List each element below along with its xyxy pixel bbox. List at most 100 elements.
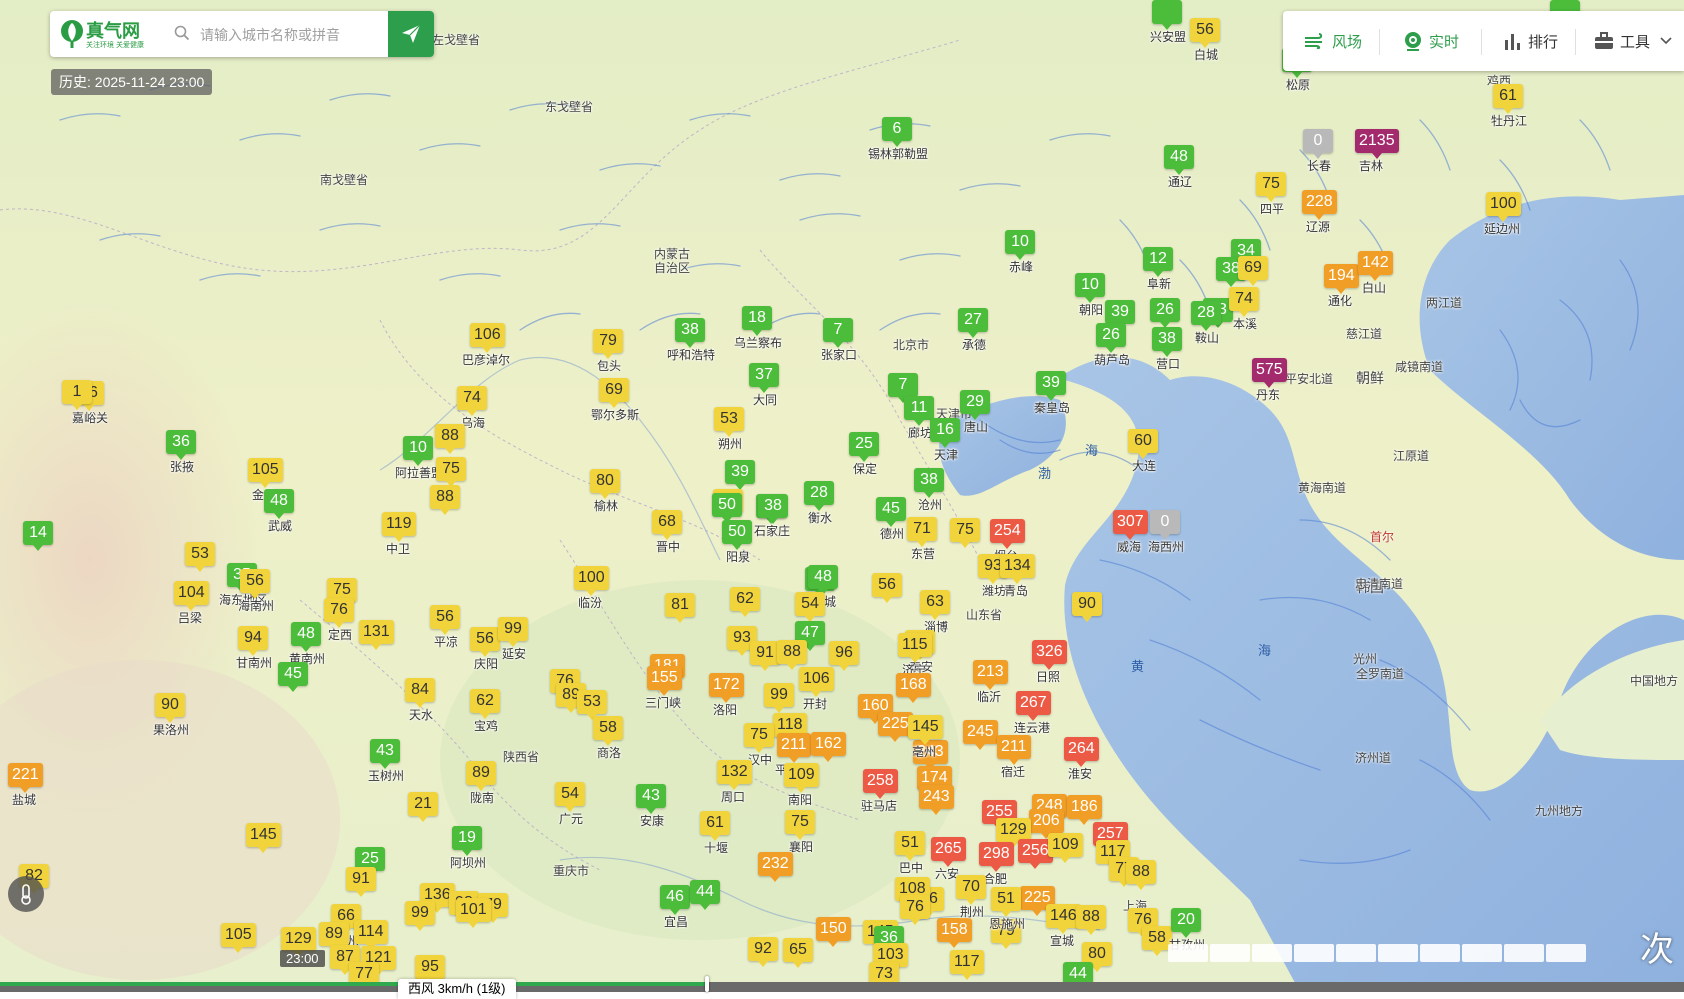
- pager: [1168, 944, 1588, 962]
- aqi-value: 100: [574, 566, 609, 596]
- station-city-label: 宜昌: [664, 915, 689, 929]
- station-city-label: 锡林郭勒盟: [868, 147, 929, 161]
- tool-realtime-button[interactable]: 实时: [1403, 11, 1459, 71]
- place-label: 自治区: [654, 261, 691, 275]
- aqi-value: 89: [319, 922, 349, 952]
- pager-item[interactable]: [1336, 944, 1376, 962]
- aqi-value: 12: [1143, 247, 1173, 277]
- aqi-value: 53: [714, 407, 744, 437]
- tool-wind-button[interactable]: 风场: [1304, 11, 1362, 71]
- place-label: 咸镜南道: [1395, 360, 1444, 374]
- station-city-label: 通化: [1328, 294, 1353, 308]
- aqi-value: 75: [950, 518, 980, 548]
- station-city-label: 石家庄: [754, 524, 791, 538]
- tool-ranking-button[interactable]: 排行: [1504, 11, 1558, 71]
- aqi-value: 104: [174, 581, 209, 611]
- station-city-label: 包头: [597, 359, 622, 373]
- tool-ranking-label: 排行: [1528, 33, 1559, 51]
- aqi-value: 56: [240, 569, 270, 599]
- aqi-value: 27: [958, 308, 988, 338]
- aqi-value: 62: [730, 587, 760, 617]
- ranking-icon: [1505, 34, 1520, 50]
- station-city-label: 德州: [880, 527, 905, 541]
- aqi-value: 106: [799, 667, 834, 697]
- aqi-value: 56: [1190, 18, 1220, 48]
- aqi-value: 91: [346, 867, 376, 897]
- aqi-value: 211: [777, 733, 811, 763]
- aqi-value: 7: [888, 373, 918, 403]
- station-city-label: 开封: [803, 697, 828, 711]
- site-logo[interactable]: 真气网 关注环境 关爱健康: [60, 17, 170, 51]
- station-city-label: 朝阳: [1079, 303, 1104, 317]
- pager-item[interactable]: [1504, 944, 1544, 962]
- aqi-value: 10: [1075, 273, 1105, 303]
- aqi-value: 0: [1150, 510, 1180, 540]
- aqi-value: 6: [882, 117, 912, 147]
- aqi-value: 19: [452, 826, 482, 856]
- aqi-value: 54: [555, 782, 585, 812]
- aqi-value: 245: [963, 720, 998, 750]
- station-city-label: 鄂尔多斯: [591, 408, 640, 422]
- aqi-value: 96: [829, 641, 859, 671]
- station-city-label: 盐城: [12, 793, 37, 807]
- aqi-value: 265: [931, 837, 966, 867]
- tool-wind-label: 风场: [1332, 33, 1363, 51]
- aqi-value: 88: [1126, 860, 1156, 890]
- pager-item[interactable]: [1462, 944, 1502, 962]
- tool-toolbox-button[interactable]: 工具: [1594, 11, 1678, 71]
- pager-item[interactable]: [1294, 944, 1334, 962]
- station-city-label: 天津: [934, 448, 959, 462]
- aqi-value: 132: [717, 760, 752, 790]
- aqi-value: 38: [1152, 327, 1182, 357]
- aqi-value: 99: [498, 617, 528, 647]
- aqi-value: 75: [436, 457, 466, 487]
- locate-button[interactable]: [388, 11, 434, 57]
- aqi-value: 109: [784, 763, 819, 793]
- legend-toggle-button[interactable]: [8, 876, 44, 912]
- station-city-label: 延边州: [1484, 222, 1521, 236]
- pager-item[interactable]: [1546, 944, 1586, 962]
- station-city-label: 沧州: [918, 498, 943, 512]
- aqi-value: 51: [991, 887, 1021, 917]
- station-city-label: 青岛: [1004, 584, 1029, 598]
- sea-label: 海: [1085, 443, 1099, 458]
- station-city-label: 营口: [1156, 357, 1181, 371]
- aqi-value: 75: [744, 723, 774, 753]
- sea-label: 海: [1258, 643, 1272, 658]
- sea-label: 黄: [1131, 659, 1145, 674]
- aqi-value: 18: [742, 306, 772, 336]
- pager-item[interactable]: [1210, 944, 1250, 962]
- place-label: 陕西省: [503, 750, 540, 764]
- place-label: 左戈壁省: [432, 33, 481, 47]
- corner-text: 次: [1640, 931, 1674, 969]
- station-city-label: 荆州: [960, 905, 985, 919]
- station-city-label: 三门峡: [645, 696, 682, 710]
- pager-item[interactable]: [1168, 944, 1208, 962]
- aqi-value: 75: [1256, 172, 1286, 202]
- aqi-value: 88: [430, 485, 460, 515]
- aqi-value: 206: [1029, 809, 1064, 839]
- station-city-label: 威海: [1117, 540, 1142, 554]
- pager-item[interactable]: [1252, 944, 1292, 962]
- aqi-value: 326: [1032, 640, 1067, 670]
- station-city-label: 嘉峪关: [72, 411, 109, 425]
- aqi-value: 50: [712, 493, 742, 523]
- aqi-value: 90: [155, 693, 185, 723]
- timeline-handle[interactable]: [705, 976, 710, 992]
- place-label: 黄海南道: [1298, 481, 1347, 495]
- timeline-bar[interactable]: [0, 976, 1684, 992]
- aqi-value: 70: [956, 875, 986, 905]
- aqi-value: 45: [278, 662, 308, 692]
- toolbar-divider: [1481, 29, 1482, 55]
- aqi-value: 213: [973, 660, 1008, 690]
- pager-item[interactable]: [1420, 944, 1460, 962]
- aqi-value: 172: [709, 673, 744, 703]
- aqi-value: 14: [23, 521, 53, 551]
- pager-item[interactable]: [1378, 944, 1418, 962]
- place-label: 平安北道: [1285, 372, 1334, 386]
- station-city-label: 乌兰察布: [734, 336, 783, 350]
- aqi-value: 74: [457, 386, 487, 416]
- aqi-value: 11: [904, 396, 934, 426]
- aqi-value: 131: [359, 620, 394, 650]
- aqi-value: 106: [470, 323, 505, 353]
